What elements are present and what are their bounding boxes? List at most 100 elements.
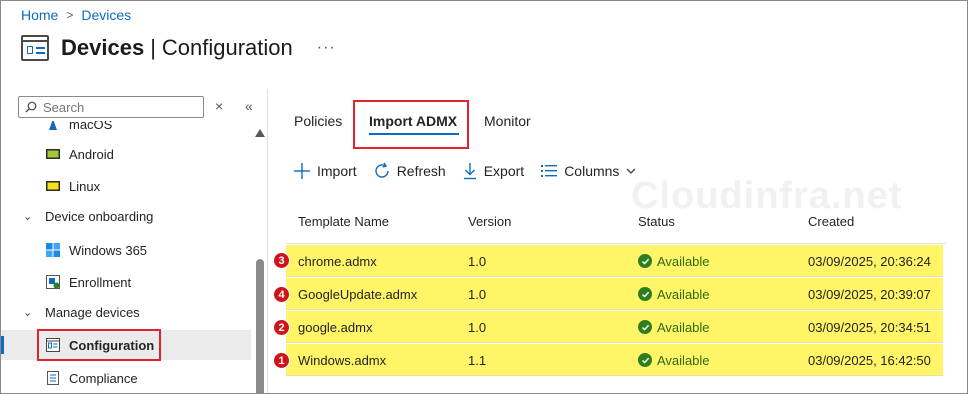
- cell-status: Available: [638, 311, 710, 343]
- active-indicator: [1, 336, 4, 354]
- annotation-highlight-configuration: [37, 329, 161, 361]
- status-text: Available: [657, 319, 710, 335]
- collapse-sidebar-icon[interactable]: «: [245, 98, 253, 114]
- chevron-down-icon: ⌄: [23, 210, 33, 223]
- status-text: Available: [657, 253, 710, 269]
- table-row[interactable]: GoogleUpdate.admx 1.0 Available 03/09/20…: [286, 278, 943, 310]
- columns-icon: [541, 165, 558, 177]
- cell-status: Available: [638, 344, 710, 376]
- tab-policies[interactable]: Policies: [294, 101, 342, 141]
- sidebar-group-manage-devices[interactable]: ⌄ Manage devices: [1, 297, 251, 327]
- clear-search-icon[interactable]: ×: [215, 98, 223, 114]
- sidebar-item-android[interactable]: Android: [1, 139, 251, 169]
- breadcrumb-home[interactable]: Home: [21, 7, 58, 23]
- table-row[interactable]: chrome.admx 1.0 Available 03/09/2025, 20…: [286, 245, 943, 277]
- sidebar-item-label: Linux: [69, 178, 101, 194]
- command-bar: Import Refresh Export Columns: [293, 159, 653, 183]
- page-header: Devices | Configuration ···: [21, 35, 336, 61]
- check-circle-icon: [638, 287, 652, 301]
- scroll-up-icon[interactable]: [255, 129, 265, 137]
- sidebar-item-label: Compliance: [69, 370, 138, 386]
- sidebar-group-label: Device onboarding: [45, 208, 154, 224]
- annotation-badge: 3: [273, 252, 290, 269]
- cell-version: 1.1: [468, 352, 487, 368]
- cell-version: 1.0: [468, 286, 487, 302]
- sidebar-item-label: Android: [69, 146, 114, 162]
- tab-monitor[interactable]: Monitor: [484, 101, 531, 141]
- cell-created: 03/09/2025, 20:36:24: [808, 253, 931, 269]
- page-title: Devices | Configuration: [61, 35, 293, 60]
- page-title-main: Devices: [61, 35, 145, 60]
- cell-template-name[interactable]: google.admx: [298, 311, 372, 343]
- annotation-badge: 4: [273, 286, 290, 303]
- import-button[interactable]: Import: [293, 162, 357, 180]
- scrollbar-thumb[interactable]: [256, 259, 264, 393]
- watermark: Cloudinfra.net: [631, 175, 903, 217]
- status-text: Available: [657, 352, 710, 368]
- annotation-badge: 2: [273, 319, 290, 336]
- check-circle-icon: [638, 320, 652, 334]
- search-icon: [25, 101, 37, 113]
- import-button-label: Import: [317, 163, 357, 179]
- cell-template-name[interactable]: GoogleUpdate.admx: [298, 278, 417, 310]
- cell-status: Available: [638, 245, 710, 277]
- app-window: Home > Devices Devices | Configuration ···…: [0, 0, 968, 394]
- sidebar-item-label: macOS: [69, 121, 113, 132]
- check-circle-icon: [638, 254, 652, 268]
- sidebar-item-label: Windows 365: [69, 242, 148, 258]
- pane-divider: [267, 89, 268, 393]
- sidebar-item-windows365[interactable]: Windows 365: [1, 235, 251, 265]
- column-header-created[interactable]: Created: [808, 214, 854, 229]
- column-header-version[interactable]: Version: [468, 214, 511, 229]
- columns-button[interactable]: Columns: [540, 163, 637, 179]
- android-icon: [46, 149, 60, 159]
- cell-status: Available: [638, 278, 710, 310]
- linux-icon: [46, 181, 60, 191]
- breadcrumb-separator-icon: >: [66, 8, 74, 22]
- chevron-down-icon: ⌄: [23, 306, 33, 319]
- sidebar-item-linux[interactable]: Linux: [1, 171, 251, 201]
- sidebar-scrollbar[interactable]: [255, 129, 265, 393]
- cell-version: 1.0: [468, 319, 487, 335]
- column-header-status[interactable]: Status: [638, 214, 675, 229]
- header-divider: [286, 243, 946, 244]
- sidebar-item-label: Enrollment: [69, 274, 132, 290]
- status-text: Available: [657, 286, 710, 302]
- sidebar-group-label: Manage devices: [45, 304, 140, 320]
- compliance-icon: [47, 371, 59, 385]
- columns-button-label: Columns: [564, 163, 620, 179]
- search-box[interactable]: [18, 96, 204, 118]
- cell-version: 1.0: [468, 253, 487, 269]
- annotation-highlight-import-admx: [353, 100, 469, 149]
- enrollment-icon: [46, 275, 60, 289]
- check-circle-icon: [638, 353, 652, 367]
- table-row[interactable]: google.admx 1.0 Available 03/09/2025, 20…: [286, 311, 943, 343]
- more-options-icon[interactable]: ···: [317, 39, 336, 57]
- search-input[interactable]: [43, 99, 193, 115]
- cell-created: 03/09/2025, 20:34:51: [808, 319, 931, 335]
- cell-template-name[interactable]: chrome.admx: [298, 245, 377, 277]
- download-icon: [463, 163, 476, 180]
- cell-template-name[interactable]: Windows.admx: [298, 344, 386, 376]
- annotation-badge: 1: [273, 352, 290, 369]
- cell-created: 03/09/2025, 20:39:07: [808, 286, 931, 302]
- plus-icon: [294, 163, 310, 179]
- refresh-button-label: Refresh: [396, 163, 446, 179]
- sidebar-item-compliance[interactable]: Compliance: [1, 363, 251, 393]
- sidebar-item-macos[interactable]: macOS: [1, 121, 251, 139]
- cell-created: 03/09/2025, 16:42:50: [808, 352, 931, 368]
- sidebar-group-device-onboarding[interactable]: ⌄ Device onboarding: [1, 201, 251, 231]
- column-header-template-name[interactable]: Template Name: [298, 214, 389, 229]
- export-button-label: Export: [483, 163, 525, 179]
- export-button[interactable]: Export: [462, 162, 524, 180]
- table-row[interactable]: Windows.admx 1.1 Available 03/09/2025, 1…: [286, 344, 943, 376]
- page-title-sub: Configuration: [161, 35, 293, 60]
- breadcrumb: Home > Devices: [21, 7, 131, 23]
- breadcrumb-devices[interactable]: Devices: [81, 7, 131, 23]
- configuration-icon: [21, 35, 49, 61]
- refresh-icon: [375, 162, 389, 178]
- windows365-icon: [46, 243, 60, 257]
- sidebar-item-enrollment[interactable]: Enrollment: [1, 267, 251, 297]
- refresh-button[interactable]: Refresh: [373, 162, 446, 180]
- macos-icon: [49, 121, 57, 130]
